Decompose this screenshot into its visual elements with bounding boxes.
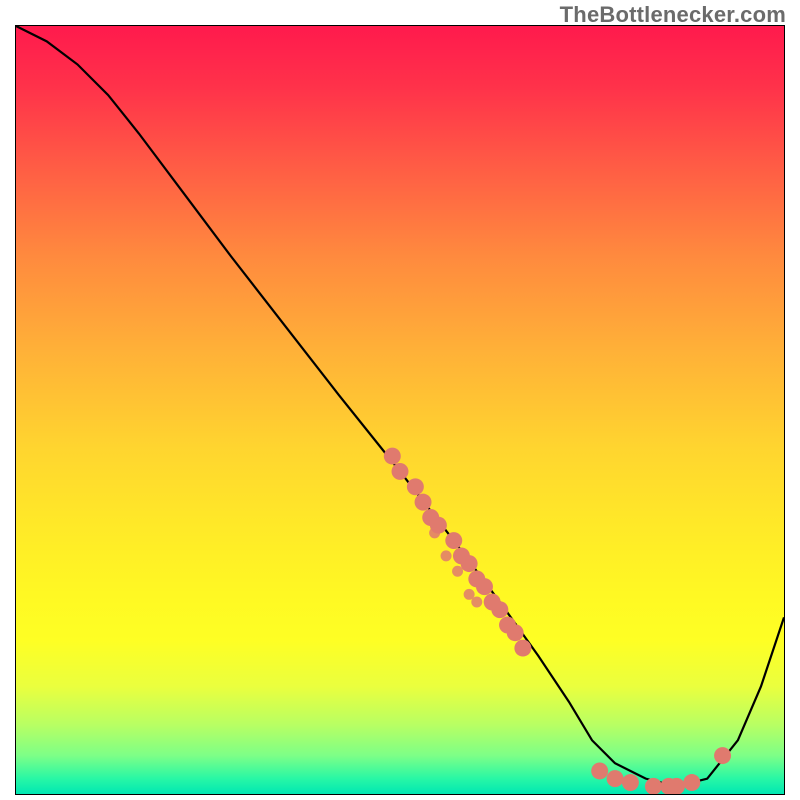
data-points-secondary [429, 527, 482, 607]
data-point [422, 509, 439, 526]
data-point-secondary [441, 550, 452, 561]
data-point [392, 463, 409, 480]
bottleneck-curve [16, 26, 784, 786]
data-point [714, 747, 731, 764]
data-point [607, 770, 624, 787]
chart-stage: TheBottlenecker.com [0, 0, 800, 800]
data-point-secondary [464, 589, 475, 600]
data-point [499, 617, 516, 634]
data-point [430, 517, 447, 534]
data-point-secondary [429, 527, 440, 538]
data-points [384, 448, 731, 794]
data-point [468, 570, 485, 587]
data-point [622, 774, 639, 791]
data-point [461, 555, 478, 572]
data-point [476, 578, 493, 595]
data-point-secondary [471, 597, 482, 608]
data-point [645, 778, 662, 794]
data-point [507, 624, 524, 641]
data-point [484, 594, 501, 611]
data-point [668, 778, 685, 794]
data-point [384, 448, 401, 465]
data-point [407, 478, 424, 495]
data-point [453, 547, 470, 564]
data-point [415, 494, 432, 511]
data-point [445, 532, 462, 549]
data-point [683, 774, 700, 791]
chart-svg [16, 26, 784, 794]
plot-area [15, 25, 785, 795]
data-point [491, 601, 508, 618]
data-point [591, 762, 608, 779]
data-point [660, 778, 677, 794]
data-point [514, 640, 531, 657]
data-point-secondary [452, 566, 463, 577]
